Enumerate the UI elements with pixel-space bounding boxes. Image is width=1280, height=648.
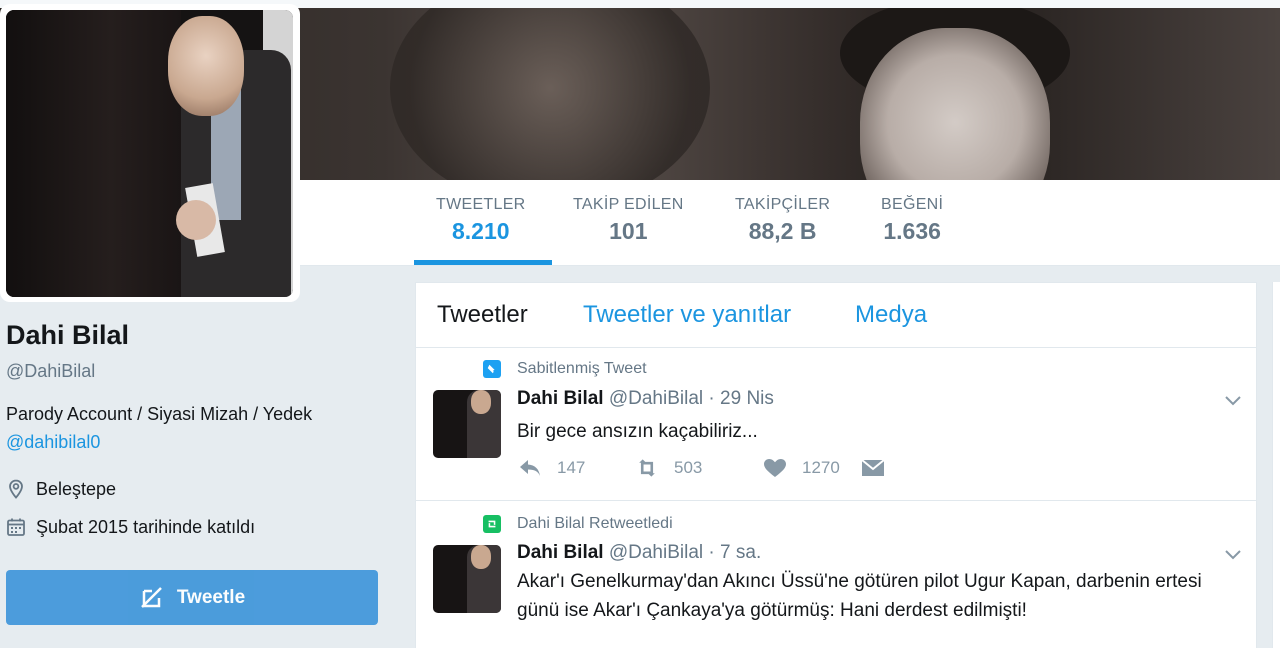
retweet-count: 503 [674, 458, 703, 477]
timeline: Tweetler Tweetler ve yanıtlar Medya Sabi… [415, 282, 1257, 648]
retweet-badge-icon [483, 515, 501, 533]
calendar-icon [7, 518, 25, 536]
message-action[interactable] [860, 457, 900, 479]
tweet-text: Bir gece ansızın kaçabiliriz... [517, 421, 758, 442]
nav-following-count: 101 [609, 218, 648, 244]
reply-count: 147 [557, 458, 586, 477]
nav-tweets-label: TWEETLER [436, 196, 526, 213]
reply-icon [520, 460, 540, 476]
chevron-down-icon[interactable] [1224, 549, 1242, 561]
like-action[interactable]: 1270 [762, 457, 860, 479]
tweet-header: Dahi Bilal @DahiBilal · 29 Nis [517, 388, 774, 410]
tweet-context: Sabitlenmiş Tweet [483, 360, 647, 378]
nav-tweets[interactable]: TWEETLER 8.210 [436, 196, 526, 245]
tweet-avatar[interactable] [433, 545, 501, 613]
profile-bio: Parody Account / Siyasi Mizah / Yedek @d… [6, 400, 386, 456]
nav-following[interactable]: TAKİP EDİLEN 101 [573, 196, 684, 245]
like-count: 1270 [802, 458, 840, 477]
tweet-item[interactable]: Dahi Bilal Retweetledi Dahi Bilal @DahiB… [416, 501, 1256, 648]
tweet-context-label: Dahi Bilal Retweetledi [517, 515, 673, 532]
tweet-text: Akar'ı Genelkurmay'dan Akıncı Üssü'ne gö… [517, 571, 1202, 621]
nav-likes[interactable]: BEĞENİ 1.636 [881, 196, 943, 245]
timeline-tabs: Tweetler Tweetler ve yanıtlar Medya [416, 283, 1256, 348]
pin-icon [483, 360, 501, 378]
chevron-down-icon[interactable] [1224, 395, 1242, 407]
tweetle-button[interactable]: Tweetle [6, 570, 378, 625]
profile-handle[interactable]: @DahiBilal [6, 361, 386, 382]
profile-name[interactable]: Dahi Bilal [6, 320, 386, 351]
profile-avatar[interactable] [6, 10, 293, 297]
active-tab-underline [414, 260, 552, 265]
nav-following-label: TAKİP EDİLEN [573, 196, 684, 213]
tab-tweets[interactable]: Tweetler [437, 301, 528, 329]
tweet-time[interactable]: · 29 Nis [708, 388, 773, 409]
nav-followers-count: 88,2 B [748, 218, 817, 244]
tweetle-label: Tweetle [176, 586, 246, 608]
tweet-author-handle[interactable]: @DahiBilal [609, 388, 703, 409]
profile-bio-link[interactable]: @dahibilal0 [6, 432, 100, 452]
tweet-context: Dahi Bilal Retweetledi [483, 515, 673, 533]
nav-likes-count: 1.636 [883, 218, 941, 244]
profile-avatar-frame [0, 4, 300, 302]
profile-location-row: Beleştepe [6, 476, 386, 502]
reply-action[interactable]: 147 [517, 457, 634, 479]
tweet-author-name[interactable]: Dahi Bilal [517, 388, 604, 409]
retweet-icon [639, 459, 655, 477]
nav-tweets-count: 8.210 [451, 218, 510, 244]
nav-followers-label: TAKİPÇİLER [735, 196, 831, 213]
tweet-author-name[interactable]: Dahi Bilal [517, 542, 604, 563]
right-column-edge [1272, 282, 1280, 648]
location-pin-icon [9, 479, 23, 499]
tab-media[interactable]: Medya [855, 301, 927, 329]
compose-quill-icon [140, 586, 162, 608]
tweet-time[interactable]: · 7 sa. [708, 542, 761, 563]
profile-joined-row: Şubat 2015 tarihinde katıldı [6, 514, 386, 540]
profile-location: Beleştepe [36, 478, 117, 499]
nav-likes-label: BEĞENİ [881, 196, 944, 213]
tweet-header: Dahi Bilal @DahiBilal · 7 sa. [517, 542, 761, 564]
tab-tweets-and-replies[interactable]: Tweetler ve yanıtlar [583, 301, 791, 329]
nav-followers[interactable]: TAKİPÇİLER 88,2 B [735, 196, 830, 245]
tweet-author-handle[interactable]: @DahiBilal [609, 542, 703, 563]
profile-nav: TWEETLER 8.210 TAKİP EDİLEN 101 TAKİPÇİL… [300, 180, 1280, 266]
retweet-action[interactable]: 503 [634, 457, 762, 479]
profile-bio-text: Parody Account / Siyasi Mizah / Yedek [6, 404, 313, 424]
tweet-item[interactable]: Sabitlenmiş Tweet Dahi Bilal @DahiBilal … [416, 348, 1256, 501]
envelope-icon [861, 459, 885, 476]
profile-joined: Şubat 2015 tarihinde katıldı [36, 516, 256, 537]
tweet-avatar[interactable] [433, 390, 501, 458]
heart-icon [764, 459, 786, 477]
profile-card: Dahi Bilal @DahiBilal Parody Account / S… [6, 320, 386, 540]
tweet-actions: 147 503 1270 [517, 457, 900, 479]
tweet-context-label: Sabitlenmiş Tweet [517, 360, 647, 377]
